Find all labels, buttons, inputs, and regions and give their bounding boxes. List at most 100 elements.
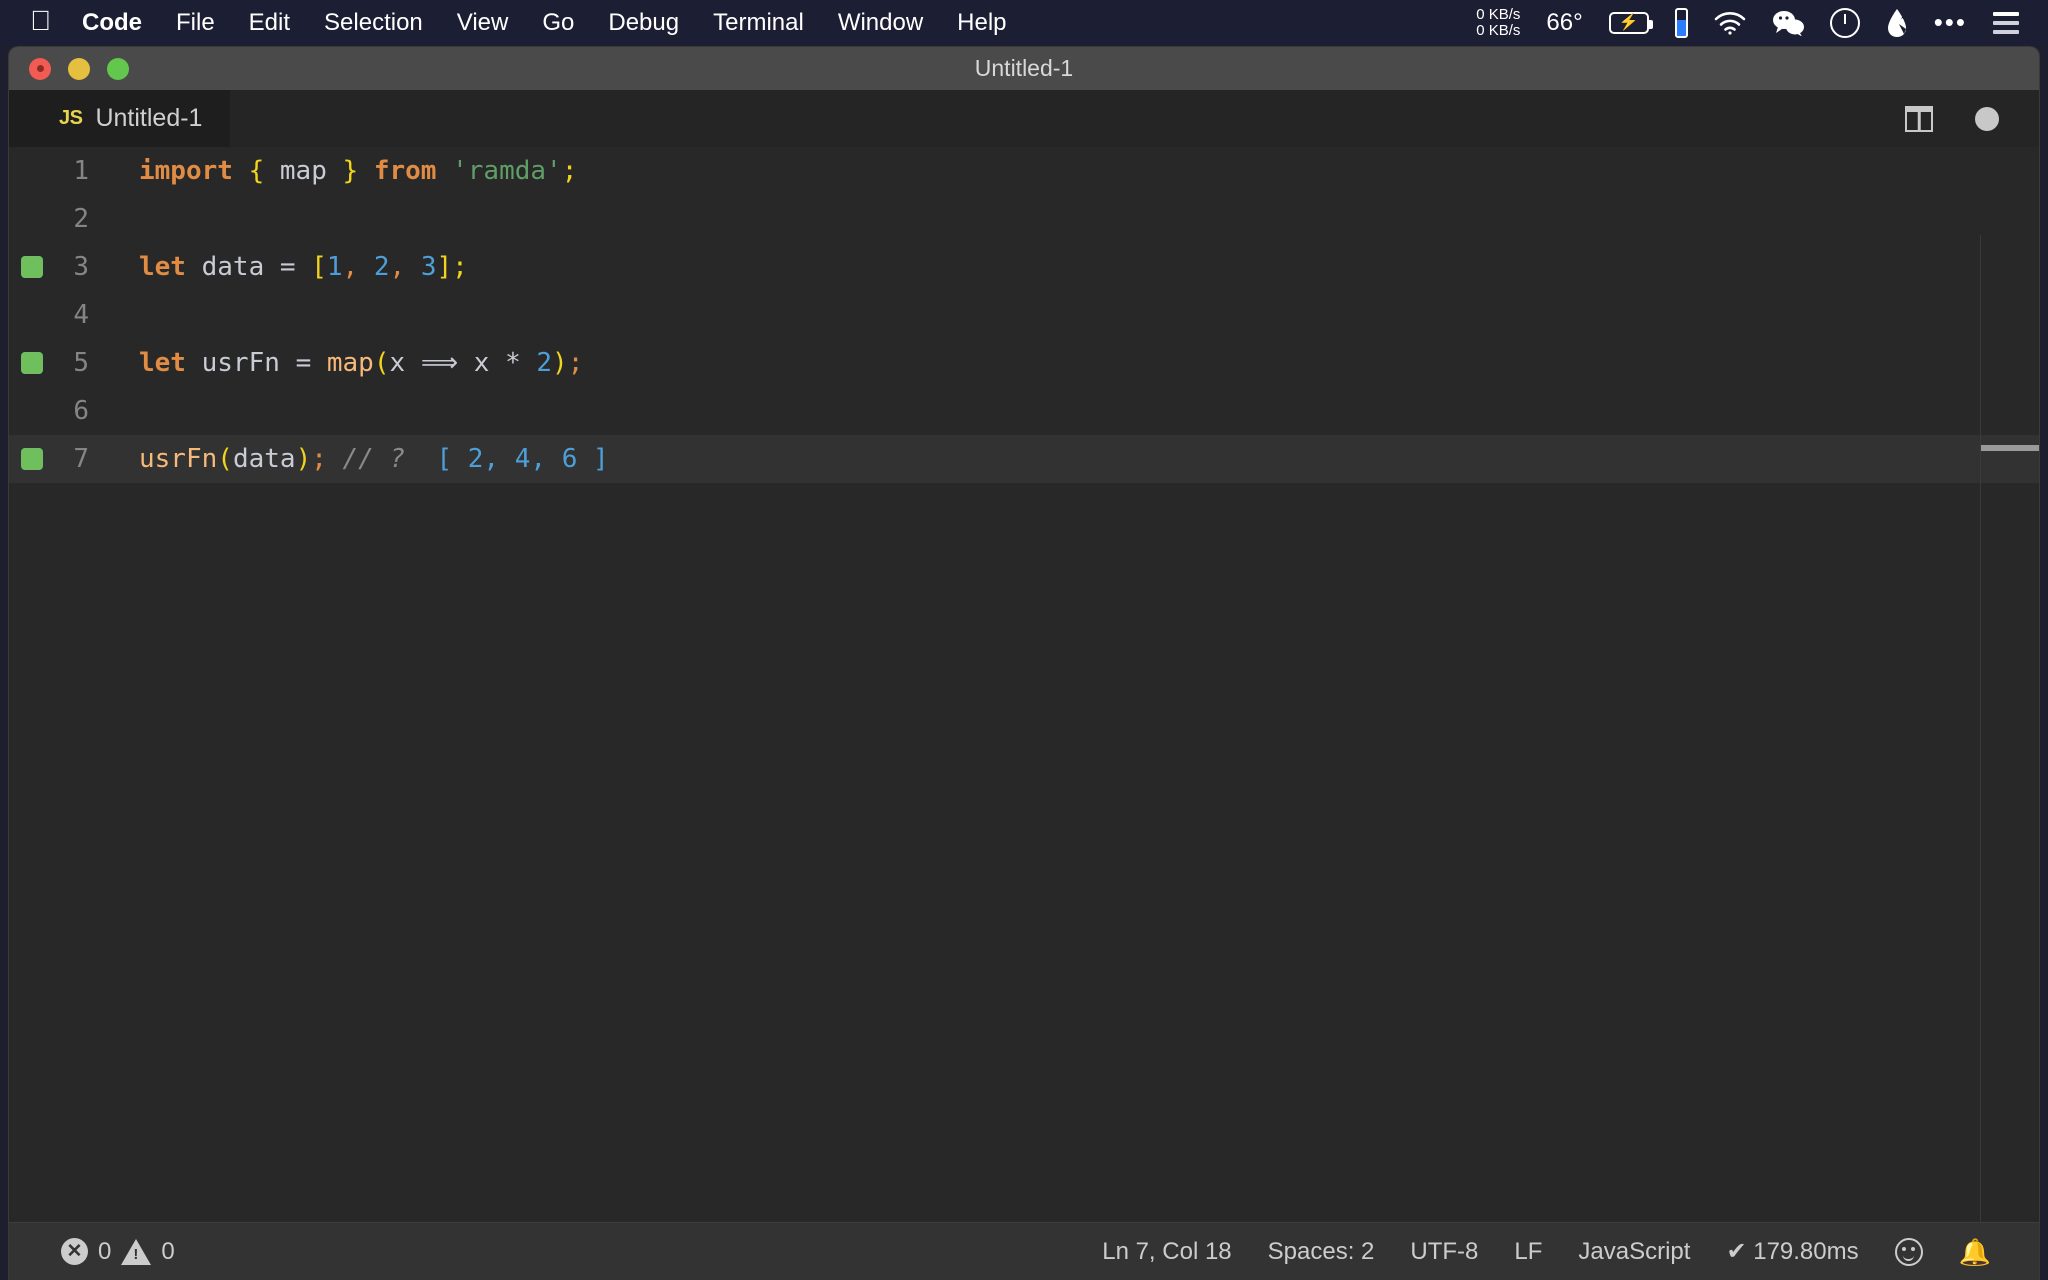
code-token: map bbox=[280, 156, 327, 186]
status-bar: ✕ 0 0 Ln 7, Col 18 Spaces: 2 UTF-8 LF Ja… bbox=[9, 1222, 2039, 1280]
line-number: 2 bbox=[9, 204, 115, 234]
close-button[interactable] bbox=[29, 58, 51, 80]
menubar-items:  Code File Edit Selection View Go Debug… bbox=[26, 7, 1024, 39]
tab-untitled-1[interactable]: JS Untitled-1 bbox=[9, 90, 231, 147]
code-line[interactable]: 6 bbox=[9, 387, 2039, 435]
maximize-button[interactable] bbox=[107, 58, 129, 80]
error-count: 0 bbox=[98, 1238, 111, 1266]
editor-actions bbox=[1905, 90, 2039, 147]
code-line[interactable]: 4 bbox=[9, 291, 2039, 339]
code-line[interactable]: 1import { map } from 'ramda'; bbox=[9, 147, 2039, 195]
breakpoint-marker-icon[interactable] bbox=[21, 448, 43, 470]
problems-status[interactable]: ✕ 0 0 bbox=[43, 1238, 193, 1266]
code-content: let data = [1, 2, 3]; bbox=[115, 252, 468, 282]
menu-item-debug[interactable]: Debug bbox=[591, 11, 696, 35]
bell-icon[interactable]: 🔔 bbox=[1941, 1239, 2009, 1265]
split-editor-icon[interactable] bbox=[1905, 106, 1933, 132]
code-token: ; bbox=[452, 252, 468, 282]
code-line[interactable]: 5let usrFn = map(x ⟹ x * 2); bbox=[9, 339, 2039, 387]
code-token bbox=[186, 252, 202, 282]
editor-tabbar: JS Untitled-1 bbox=[9, 90, 2039, 147]
code-token bbox=[436, 156, 452, 186]
status-bar-right: Ln 7, Col 18 Spaces: 2 UTF-8 LF JavaScri… bbox=[1084, 1237, 2039, 1266]
code-token: from bbox=[374, 156, 437, 186]
droplet-icon[interactable] bbox=[1873, 8, 1921, 38]
javascript-file-icon: JS bbox=[59, 107, 82, 130]
code-token: map bbox=[327, 348, 374, 378]
code-token: x bbox=[390, 348, 421, 378]
code-token: let bbox=[139, 348, 186, 378]
warning-count: 0 bbox=[161, 1238, 174, 1266]
code-token: import bbox=[139, 156, 233, 186]
code-token: 3 bbox=[421, 252, 437, 282]
menu-item-help[interactable]: Help bbox=[940, 11, 1023, 35]
code-line[interactable]: 2 bbox=[9, 195, 2039, 243]
code-token: ; bbox=[568, 348, 584, 378]
quokka-runtime-status[interactable]: ✔ 179.80ms bbox=[1708, 1237, 1876, 1266]
network-upload-speed: 0 KB/s bbox=[1476, 7, 1520, 23]
smiley-icon[interactable] bbox=[1877, 1238, 1941, 1266]
overview-ruler-mark bbox=[1981, 445, 2039, 451]
menu-item-edit[interactable]: Edit bbox=[232, 11, 307, 35]
code-token: = bbox=[296, 348, 312, 378]
status-bar-left: ✕ 0 0 bbox=[9, 1238, 193, 1266]
menu-item-window[interactable]: Window bbox=[821, 11, 940, 35]
breakpoint-marker-icon[interactable] bbox=[21, 256, 43, 278]
code-token bbox=[264, 252, 280, 282]
window-title: Untitled-1 bbox=[9, 55, 2039, 82]
code-token: data bbox=[202, 252, 265, 282]
code-token: // ? bbox=[343, 444, 406, 474]
menu-item-selection[interactable]: Selection bbox=[307, 11, 440, 35]
code-line[interactable]: 7usrFn(data); // ? [ 2, 4, 6 ] bbox=[9, 435, 2039, 483]
indentation-status[interactable]: Spaces: 2 bbox=[1250, 1238, 1393, 1266]
language-mode-status[interactable]: JavaScript bbox=[1560, 1238, 1708, 1266]
temperature-indicator[interactable]: 66° bbox=[1533, 9, 1595, 37]
clock-icon[interactable] bbox=[1817, 8, 1873, 38]
minimize-button[interactable] bbox=[68, 58, 90, 80]
list-icon[interactable] bbox=[1980, 12, 2032, 34]
code-token: * bbox=[505, 348, 521, 378]
code-token bbox=[296, 252, 312, 282]
code-line[interactable]: 3let data = [1, 2, 3]; bbox=[9, 243, 2039, 291]
menubar-status-items: 0 KB/s 0 KB/s 66° ⚡ bbox=[1463, 7, 2048, 39]
wechat-icon[interactable] bbox=[1759, 10, 1817, 36]
line-number: 1 bbox=[9, 156, 115, 186]
code-editor[interactable]: 1import { map } from 'ramda';23let data … bbox=[9, 147, 2039, 1222]
code-token bbox=[521, 348, 537, 378]
code-token: , bbox=[390, 252, 406, 282]
code-token: usrFn bbox=[139, 444, 217, 474]
menu-item-code[interactable]: Code bbox=[65, 11, 159, 35]
breakpoint-marker-icon[interactable] bbox=[21, 352, 43, 374]
network-download-speed: 0 KB/s bbox=[1476, 23, 1520, 39]
code-token: ( bbox=[374, 348, 390, 378]
menu-item-terminal[interactable]: Terminal bbox=[696, 11, 821, 35]
cursor-position-status[interactable]: Ln 7, Col 18 bbox=[1084, 1238, 1249, 1266]
code-token: 2 bbox=[536, 348, 552, 378]
editor-overview-ruler[interactable] bbox=[1980, 235, 1981, 1222]
menu-item-file[interactable]: File bbox=[159, 11, 232, 35]
code-token bbox=[405, 444, 436, 474]
vscode-window: Untitled-1 JS Untitled-1 1import { map }… bbox=[8, 46, 2040, 1280]
unsaved-dot-icon[interactable] bbox=[1975, 107, 1999, 131]
vertical-level-bar-icon[interactable] bbox=[1662, 8, 1701, 38]
error-icon: ✕ bbox=[61, 1238, 88, 1265]
code-token: ) bbox=[296, 444, 312, 474]
code-token: ( bbox=[217, 444, 233, 474]
apple-logo-icon[interactable]:  bbox=[26, 7, 65, 39]
code-lines: 1import { map } from 'ramda';23let data … bbox=[9, 147, 2039, 483]
menu-item-view[interactable]: View bbox=[440, 11, 526, 35]
code-token: { bbox=[249, 156, 265, 186]
wifi-icon[interactable] bbox=[1701, 11, 1759, 35]
code-token bbox=[280, 348, 296, 378]
menu-item-go[interactable]: Go bbox=[525, 11, 591, 35]
warning-icon bbox=[121, 1239, 151, 1265]
encoding-status[interactable]: UTF-8 bbox=[1392, 1238, 1496, 1266]
battery-charging-icon[interactable]: ⚡ bbox=[1596, 12, 1662, 34]
macos-menubar:  Code File Edit Selection View Go Debug… bbox=[0, 0, 2048, 46]
code-token bbox=[405, 252, 421, 282]
network-speed-indicator[interactable]: 0 KB/s 0 KB/s bbox=[1463, 7, 1533, 39]
ellipsis-icon[interactable]: ••• bbox=[1921, 15, 1980, 31]
eol-status[interactable]: LF bbox=[1496, 1238, 1560, 1266]
code-token: 'ramda' bbox=[452, 156, 562, 186]
code-token: ; bbox=[562, 156, 578, 186]
